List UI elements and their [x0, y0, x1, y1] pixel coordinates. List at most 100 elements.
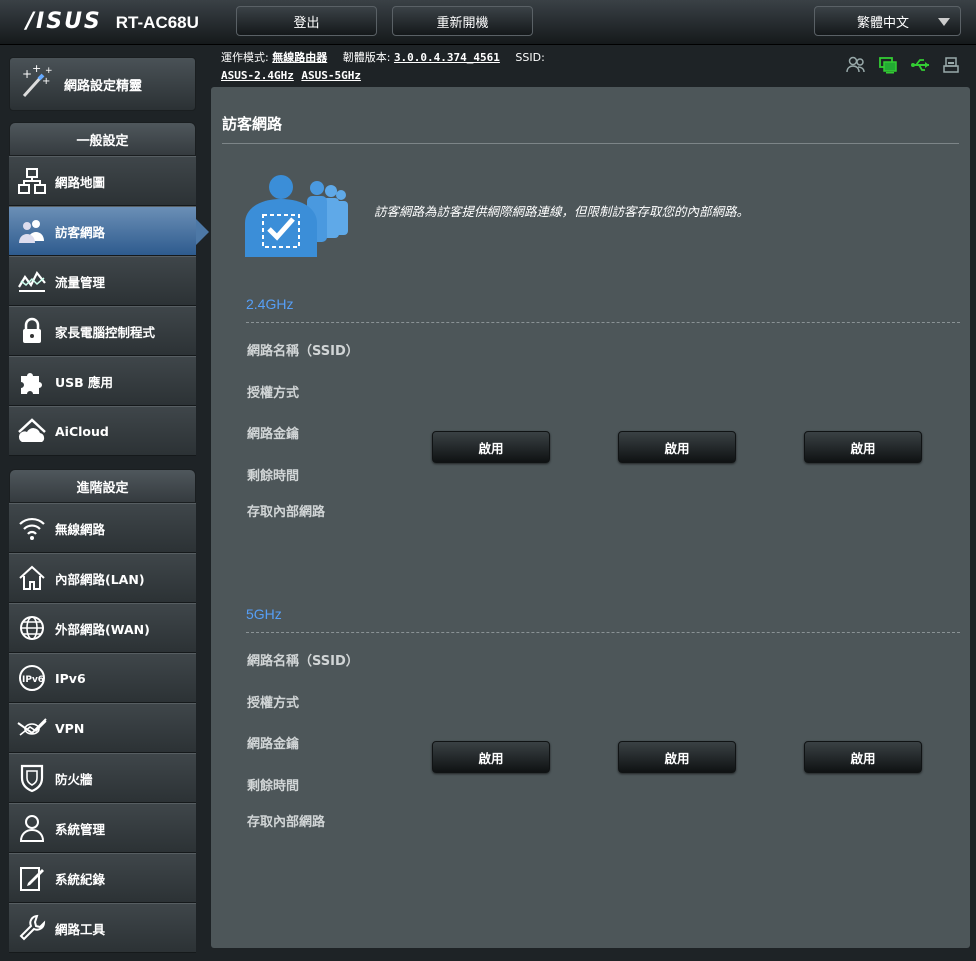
sidebar-item-guest-network[interactable]: 訪客網路: [9, 206, 209, 256]
sidebar-item-label: 家長電腦控制程式: [55, 324, 156, 340]
sidebar-item-label: 流量管理: [55, 274, 106, 290]
enable-button-2g-2[interactable]: 啟用: [618, 431, 736, 463]
general-settings-list: 網路地圖 訪客網路 流量管理 家長電腦控制程式 USB 應用 AiCloud: [9, 156, 209, 456]
wizard-label: 網路設定精靈: [64, 78, 143, 94]
band-divider-2g: [246, 322, 960, 323]
sidebar-item-label: 系統紀錄: [55, 871, 106, 887]
enable-button-5g-2[interactable]: 啟用: [618, 741, 736, 773]
field-label-key: 網路金鑰: [247, 427, 300, 442]
sidebar-item-system-log[interactable]: 系統紀錄: [9, 853, 196, 903]
sidebar-item-label: AiCloud: [55, 423, 109, 439]
aicloud-icon: [9, 416, 55, 446]
mode-label: 運作模式:: [221, 51, 269, 64]
language-select[interactable]: 繁體中文: [814, 6, 961, 36]
asus-logo: /ISUS: [26, 9, 102, 34]
sidebar-item-ipv6[interactable]: IPv6 IPv6: [9, 653, 196, 703]
firmware-link[interactable]: 3.0.0.4.374_4561: [394, 51, 500, 64]
band-divider-5g: [246, 632, 960, 633]
field-label-key: 網路金鑰: [247, 737, 300, 752]
sidebar-item-wireless[interactable]: 無線網路: [9, 503, 196, 553]
admin-user-icon: [9, 813, 55, 843]
field-label-time-left: 剩餘時間: [247, 779, 300, 794]
sidebar-item-parental-control[interactable]: 家長電腦控制程式: [9, 306, 196, 356]
ssid-24-link[interactable]: ASUS-2.4GHz: [221, 69, 294, 82]
router-model: RT-AC68U: [115, 13, 199, 32]
ssid-label: SSID:: [515, 51, 545, 64]
page-title: 訪客網路: [222, 115, 283, 133]
reboot-button[interactable]: 重新開機: [392, 6, 533, 36]
chevron-down-icon: [938, 18, 950, 26]
firewall-shield-icon: [9, 763, 55, 793]
network-map-icon: [9, 167, 55, 195]
field-label-auth: 授權方式: [247, 386, 300, 401]
enable-button-2g-3[interactable]: 啟用: [804, 431, 922, 463]
sidebar-item-wan[interactable]: 外部網路(WAN): [9, 603, 196, 653]
logout-button[interactable]: 登出: [236, 6, 377, 36]
sidebar-item-label: 訪客網路: [55, 224, 106, 240]
svg-text:IPv6: IPv6: [22, 675, 44, 685]
status-icons: [846, 56, 962, 74]
status-info: 運作模式: 無線路由器 韌體版本: 3.0.0.4.374_4561 SSID:…: [221, 49, 545, 85]
sidebar-item-network-map[interactable]: 網路地圖: [9, 156, 196, 206]
sidebar-item-label: 外部網路(WAN): [55, 621, 150, 637]
field-label-ssid: 網路名稱（SSID）: [247, 654, 359, 669]
svg-text:+: +: [22, 67, 32, 81]
system-log-icon: [9, 863, 55, 893]
wan-globe-icon: [9, 613, 55, 643]
sidebar-item-label: USB 應用: [55, 374, 114, 390]
internet-status-icon[interactable]: [878, 56, 898, 74]
advanced-settings-list: 無線網路 內部網路(LAN) 外部網路(WAN) IPv6 IPv6 VPN 防…: [9, 503, 196, 953]
printer-status-icon[interactable]: [942, 56, 962, 74]
page-description: 訪客網路為訪客提供網際網路連線，但限制訪客存取您的內部網路。: [374, 204, 750, 219]
sidebar-item-label: 網路地圖: [55, 174, 106, 190]
sidebar-item-label: 防火牆: [55, 771, 93, 787]
sidebar-item-vpn[interactable]: VPN: [9, 703, 196, 753]
sidebar-item-label: 無線網路: [55, 521, 106, 537]
enable-button-5g-1[interactable]: 啟用: [432, 741, 550, 773]
sidebar-item-usb-application[interactable]: USB 應用: [9, 356, 196, 406]
traffic-manager-icon: [9, 267, 55, 295]
ssid-5-link[interactable]: ASUS-5GHz: [301, 69, 361, 82]
network-setup-wizard[interactable]: + + + + 網路設定精靈: [9, 57, 196, 111]
lan-home-icon: [9, 563, 55, 593]
vpn-icon: [9, 715, 55, 741]
sidebar-item-administration[interactable]: 系統管理: [9, 803, 196, 853]
advanced-settings-header: 進階設定: [9, 469, 196, 503]
main-panel: 訪客網路 訪客網路為訪客提供網際網路連線，但限制訪客存取您的內部網路。 2.4G…: [211, 87, 970, 948]
field-label-auth: 授權方式: [247, 696, 300, 711]
svg-text:+: +: [32, 64, 41, 75]
sidebar-item-label: 網路工具: [55, 921, 106, 937]
field-label-time-left: 剩餘時間: [247, 469, 300, 484]
clients-icon[interactable]: [846, 56, 866, 74]
sidebar-item-traffic-manager[interactable]: 流量管理: [9, 256, 196, 306]
sidebar-item-network-tools[interactable]: 網路工具: [9, 903, 196, 953]
field-label-intranet-access: 存取內部網路: [247, 505, 326, 520]
usb-status-icon[interactable]: [910, 56, 930, 74]
parental-lock-icon: [9, 316, 55, 346]
guest-network-hero-icon: [245, 173, 355, 261]
sidebar-item-aicloud[interactable]: AiCloud: [9, 406, 196, 456]
field-label-ssid: 網路名稱（SSID）: [247, 344, 359, 359]
band-title-2g: 2.4GHz: [246, 296, 294, 312]
brand: /ISUS RT-AC68U: [26, 9, 199, 34]
top-bar: /ISUS RT-AC68U 登出 重新開機 繁體中文: [0, 0, 976, 45]
enable-button-2g-1[interactable]: 啟用: [432, 431, 550, 463]
field-label-intranet-access: 存取內部網路: [247, 815, 326, 830]
general-settings-header: 一般設定: [9, 122, 196, 156]
band-title-5g: 5GHz: [246, 606, 282, 622]
ipv6-icon: IPv6: [9, 663, 55, 693]
language-label: 繁體中文: [857, 15, 910, 31]
title-divider: [222, 143, 959, 144]
guest-network-icon: [9, 217, 55, 245]
svg-text:+: +: [42, 76, 50, 87]
sidebar-item-label: IPv6: [55, 670, 86, 686]
usb-puzzle-icon: [9, 366, 55, 396]
sidebar-item-lan[interactable]: 內部網路(LAN): [9, 553, 196, 603]
sidebar-item-label: VPN: [55, 720, 85, 736]
mode-link[interactable]: 無線路由器: [272, 51, 327, 64]
magic-wand-icon: + + + +: [18, 62, 53, 104]
sidebar-item-firewall[interactable]: 防火牆: [9, 753, 196, 803]
sidebar-item-label: 系統管理: [55, 821, 106, 837]
enable-button-5g-3[interactable]: 啟用: [804, 741, 922, 773]
svg-text:+: +: [45, 66, 52, 76]
